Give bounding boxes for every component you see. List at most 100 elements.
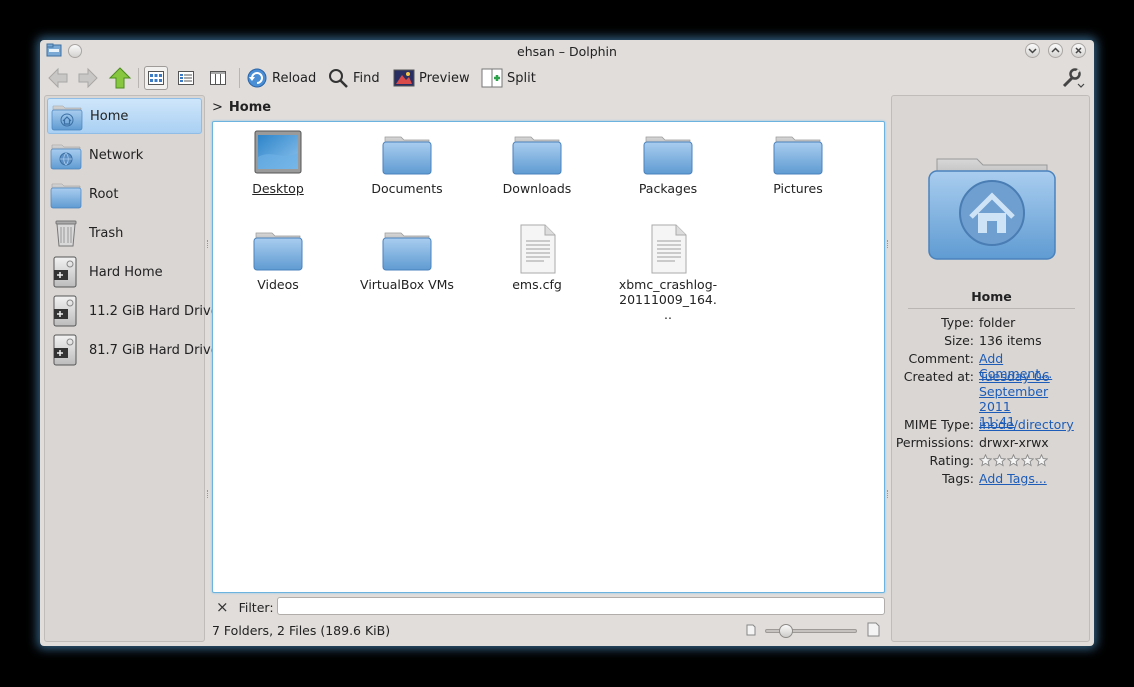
place-label: 81.7 GiB Hard Drive [89, 342, 219, 358]
add-tags-link[interactable]: Add Tags... [979, 471, 1079, 486]
breadcrumb[interactable]: > Home [212, 98, 271, 116]
zoom-slider-handle[interactable] [779, 624, 793, 638]
file-label: ems.cfg [512, 277, 562, 292]
filter-input[interactable] [277, 597, 885, 615]
place-item-hard-home[interactable]: Hard Home [47, 254, 202, 290]
file-item-downloads[interactable]: Downloads [481, 127, 593, 196]
created-date-line: September 2011 [979, 384, 1049, 414]
find-button[interactable]: Find [327, 65, 380, 91]
splitter-handle[interactable] [207, 490, 210, 498]
place-item-trash[interactable]: Trash [47, 215, 202, 251]
status-bar: 7 Folders, 2 Files (189.6 KiB) [212, 621, 885, 641]
hard-drive-icon [53, 295, 77, 327]
text-file-icon [520, 224, 556, 274]
filter-label: Filter: [238, 599, 274, 615]
control-menu-button[interactable] [1060, 65, 1086, 91]
file-label: Videos [257, 277, 299, 292]
find-label: Find [353, 70, 380, 86]
title-bar[interactable]: ehsan – Dolphin [40, 40, 1094, 62]
text-file-icon [651, 224, 687, 274]
info-value: folder [979, 315, 1016, 330]
preview-button[interactable]: Preview [393, 65, 470, 91]
place-label: Hard Home [89, 264, 163, 280]
folder-icon [773, 136, 823, 175]
close-filter-icon[interactable]: × [216, 598, 229, 616]
file-label: VirtualBox VMs [360, 277, 454, 292]
rating-star-icon[interactable] [1021, 454, 1034, 467]
rating-star-icon[interactable] [1007, 454, 1020, 467]
wrench-icon [1062, 68, 1085, 88]
file-item-xbmc-crashlog[interactable]: xbmc_crashlog-20111009_164... [612, 223, 724, 322]
zoom-in-icon[interactable] [867, 622, 880, 637]
reload-label: Reload [272, 70, 317, 86]
trash-icon [55, 220, 77, 247]
home-folder-icon [51, 105, 83, 131]
rating-star-icon[interactable] [979, 454, 992, 467]
rating-widget[interactable] [979, 453, 1079, 468]
info-value: drwxr-xrwx [979, 435, 1049, 450]
split-button[interactable]: Split [481, 65, 536, 91]
folder-icon [253, 232, 303, 271]
splitter-handle[interactable] [887, 490, 890, 498]
breadcrumb-current[interactable]: Home [229, 100, 271, 115]
file-item-documents[interactable]: Documents [351, 127, 463, 196]
info-key: Size: [944, 333, 974, 348]
columns-view-icon [210, 71, 226, 85]
minimize-button[interactable] [1025, 43, 1040, 58]
folder-icon [512, 136, 562, 175]
splitter-handle[interactable] [207, 240, 210, 248]
columns-view-button[interactable] [206, 65, 230, 91]
file-label: Packages [638, 181, 698, 196]
up-arrow-icon [108, 67, 132, 89]
chevron-down-icon [1028, 48, 1037, 54]
file-view[interactable]: Desktop Documents Downloads Packages Pic… [212, 121, 885, 593]
chevron-up-icon [1051, 47, 1060, 53]
file-label: Pictures [773, 181, 823, 196]
rating-star-icon[interactable] [993, 454, 1006, 467]
place-item-network[interactable]: Network [47, 137, 202, 173]
info-title: Home [971, 289, 1012, 304]
rating-star-icon[interactable] [1035, 454, 1048, 467]
icons-view-icon [148, 71, 164, 85]
icons-view-button[interactable] [144, 65, 168, 91]
file-label: xbmc_crashlog-20111009_164... [618, 277, 718, 322]
file-item-ems-cfg[interactable]: ems.cfg [481, 223, 593, 292]
info-row-rating: Rating: [892, 453, 1091, 468]
file-item-pictures[interactable]: Pictures [742, 127, 854, 196]
place-item-home[interactable]: Home [47, 98, 202, 134]
place-label: Home [90, 108, 129, 124]
place-label: Trash [89, 225, 124, 241]
information-panel: Home Type: folder Size: 136 items Commen… [891, 95, 1090, 642]
zoom-out-icon[interactable] [746, 624, 756, 636]
folder-icon [643, 136, 693, 175]
file-item-virtualbox-vms[interactable]: VirtualBox VMs [351, 223, 463, 292]
details-view-icon [178, 71, 194, 85]
hard-drive-icon [53, 334, 77, 366]
file-item-videos[interactable]: Videos [222, 223, 334, 292]
mime-type-link[interactable]: inode/directory [979, 417, 1079, 432]
file-item-desktop[interactable]: Desktop [222, 127, 334, 196]
details-view-button[interactable] [174, 65, 198, 91]
reload-icon [247, 68, 267, 88]
up-button[interactable] [108, 65, 132, 91]
zoom-slider[interactable] [765, 624, 857, 638]
forward-button[interactable] [76, 65, 100, 91]
toolbar-separator [239, 68, 240, 88]
reload-button[interactable]: Reload [246, 65, 316, 91]
file-item-packages[interactable]: Packages [612, 127, 724, 196]
split-label: Split [507, 70, 536, 86]
info-row-tags: Tags: Add Tags... [892, 471, 1091, 486]
info-row-type: Type: folder [892, 315, 1091, 330]
place-item-root[interactable]: Root [47, 176, 202, 212]
place-item-drive-11gb[interactable]: 11.2 GiB Hard Drive [47, 293, 219, 329]
back-button[interactable] [46, 65, 70, 91]
close-icon [1075, 47, 1082, 54]
split-view-icon [481, 68, 503, 88]
splitter-handle[interactable] [887, 240, 890, 248]
info-key: Rating: [929, 453, 974, 468]
place-item-drive-81gb[interactable]: 81.7 GiB Hard Drive [47, 332, 219, 368]
file-label: Documents [371, 181, 443, 196]
close-button[interactable] [1071, 43, 1086, 58]
place-label: Root [89, 186, 119, 202]
maximize-button[interactable] [1048, 43, 1063, 58]
